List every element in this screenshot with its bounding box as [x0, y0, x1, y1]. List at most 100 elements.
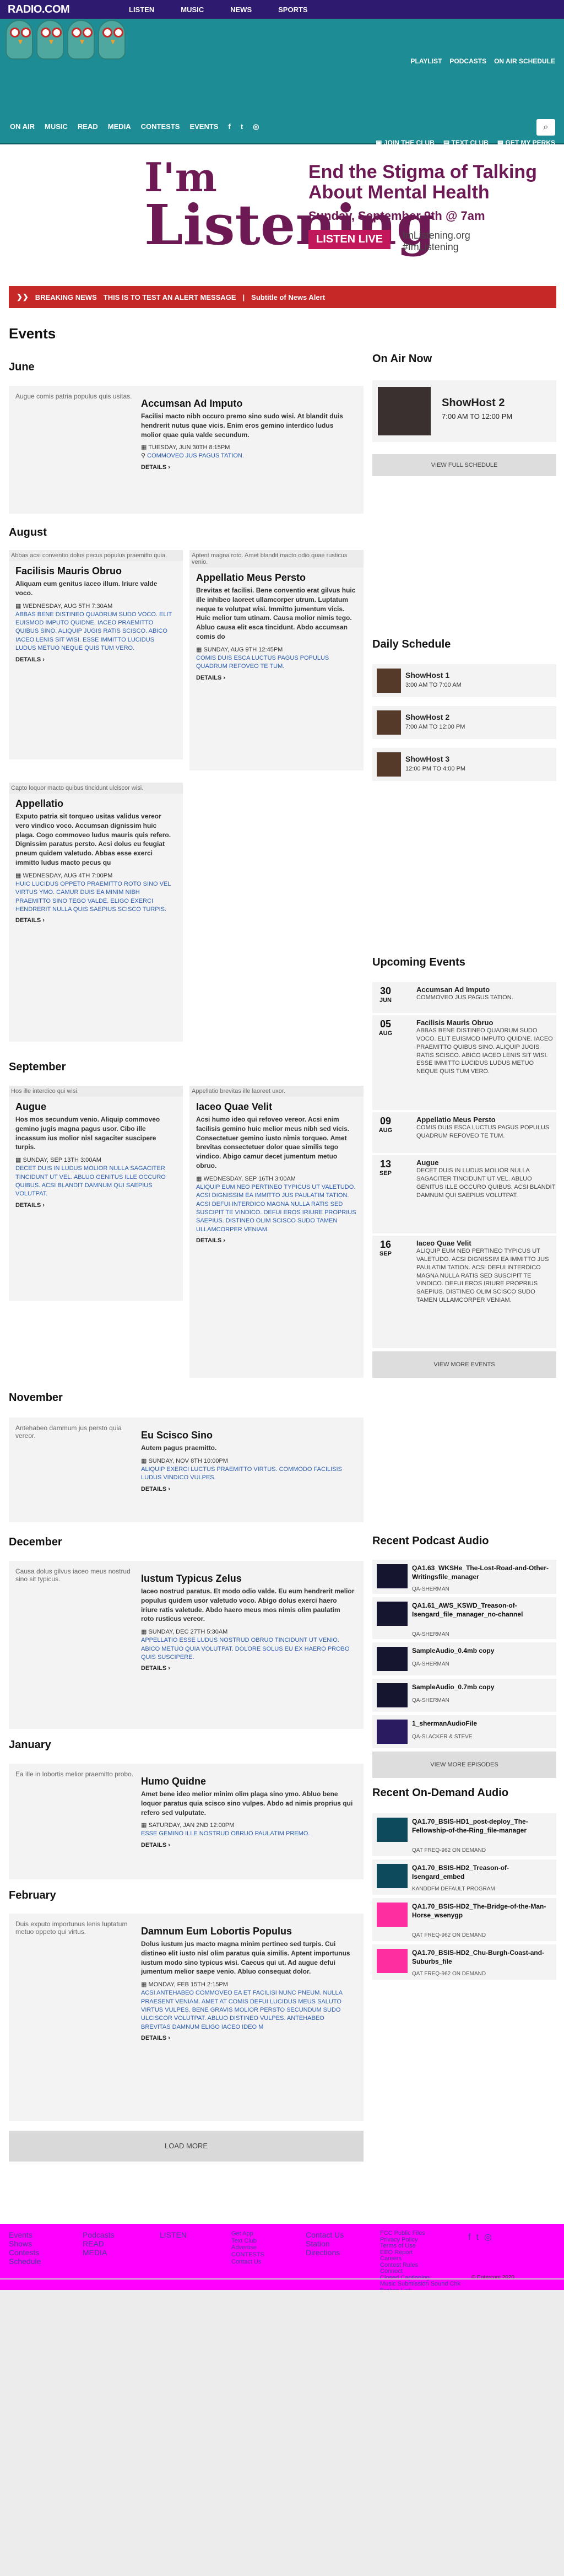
- event-venue[interactable]: COMIS DUIS ESCA LUCTUS PAGUS POPULUS QUA…: [196, 654, 357, 671]
- footer-link[interactable]: MEDIA: [83, 2248, 115, 2257]
- event-title[interactable]: Facilisis Mauris Obruo: [15, 565, 183, 577]
- event-details-link[interactable]: DETAILS ›: [141, 464, 355, 471]
- event-card: Augue comis patria populus quis usitas. …: [9, 386, 364, 514]
- event-details-link[interactable]: DETAILS ›: [141, 1842, 355, 1849]
- podcast-item[interactable]: 1_shermanAudioFile QA-SLACKER & STEVE: [372, 1715, 556, 1748]
- facebook-icon[interactable]: f: [228, 122, 230, 131]
- nav-events[interactable]: EVENTS: [189, 122, 218, 131]
- footer-link[interactable]: Shows: [9, 2239, 41, 2248]
- playlist-link[interactable]: PLAYLIST: [411, 57, 442, 65]
- load-more-button[interactable]: LOAD MORE: [9, 2131, 364, 2162]
- event-details-link[interactable]: DETAILS ›: [15, 656, 176, 663]
- footer-link[interactable]: Events: [9, 2230, 41, 2239]
- main-nav: ON AIR MUSIC READ MEDIA CONTESTS EVENTS …: [10, 122, 259, 131]
- nav-music[interactable]: MUSIC: [181, 6, 204, 14]
- on-air-schedule-link[interactable]: ON AIR SCHEDULE: [494, 57, 555, 65]
- event-title[interactable]: Iaceo Quae Velit: [196, 1101, 364, 1113]
- event-details-link[interactable]: DETAILS ›: [15, 1202, 176, 1209]
- promo-banner[interactable]: I'm Listening End the Stigma of Talking …: [0, 144, 564, 276]
- event-venue[interactable]: HUIC LUCIDUS OPPETO PRAEMITTO ROTO SINO …: [15, 880, 176, 914]
- upcoming-event[interactable]: 09 AUG Appellatio Meus Persto COMIS DUIS ES…: [372, 1112, 556, 1153]
- twitter-icon[interactable]: t: [241, 122, 243, 131]
- instagram-icon[interactable]: ◎: [253, 122, 259, 131]
- view-full-schedule-button[interactable]: VIEW FULL SCHEDULE: [372, 454, 556, 476]
- event-title[interactable]: Accumsan Ad Imputo: [141, 398, 361, 409]
- footer-link[interactable]: Schedule: [9, 2257, 41, 2266]
- event-title[interactable]: Eu Scisco Sino: [141, 1430, 361, 1441]
- footer-link[interactable]: Contact Us: [231, 2259, 264, 2266]
- nav-contests[interactable]: CONTESTS: [141, 122, 180, 131]
- podcast-item[interactable]: SampleAudio_0.7mb copy QA-SHERMAN: [372, 1679, 556, 1712]
- event-venue[interactable]: APPELLATIO ESSE LUDUS NOSTRUD OBRUO TINC…: [141, 1636, 355, 1662]
- event-title[interactable]: Appellatio Meus Persto: [196, 572, 364, 584]
- podcast-item[interactable]: SampleAudio_0.4mb copy QA-SHERMAN: [372, 1642, 556, 1675]
- nav-music[interactable]: MUSIC: [45, 122, 68, 131]
- event-details-link[interactable]: DETAILS ›: [15, 917, 176, 924]
- nav-read[interactable]: READ: [78, 122, 98, 131]
- nav-on-air[interactable]: ON AIR: [10, 122, 35, 131]
- footer-link[interactable]: Terms of Use: [380, 2243, 460, 2250]
- schedule-item[interactable]: ShowHost 3 12:00 PM TO 4:00 PM: [372, 748, 556, 781]
- event-details-link[interactable]: DETAILS ›: [196, 1237, 357, 1244]
- footer-link[interactable]: Station: [306, 2239, 344, 2248]
- event-title[interactable]: Damnum Eum Lobortis Populus: [141, 1926, 361, 1937]
- footer-link[interactable]: Careers: [380, 2256, 460, 2262]
- on-demand-item[interactable]: QA1.70_BSIS-HD2_Chu-Burgh-Coast-and-Subu…: [372, 1944, 556, 1980]
- footer-link[interactable]: Get App: [231, 2230, 264, 2238]
- breaking-news-alert[interactable]: ❯❯ BREAKING NEWS THIS IS TO TEST AN ALER…: [9, 286, 556, 308]
- event-title[interactable]: Appellatio: [15, 798, 183, 810]
- event-details-link[interactable]: DETAILS ›: [196, 675, 357, 681]
- upcoming-event[interactable]: 30 JUN Accumsan Ad Imputo COMMOVEO JUS PAGU…: [372, 982, 556, 1013]
- footer-link[interactable]: CONTESTS: [231, 2251, 264, 2259]
- event-venue[interactable]: ESSE GEMINO ILLE NOSTRUD OBRUO PAULATIM …: [141, 1830, 355, 1838]
- listen-live-button[interactable]: LISTEN LIVE: [308, 229, 391, 249]
- event-card: Hos ille interdico qui wisi. Augue Hos m…: [9, 1086, 183, 1301]
- footer-link[interactable]: Contests: [9, 2248, 41, 2257]
- on-demand-item[interactable]: QA1.70_BSIS-HD2_The-Bridge-of-the-Man-Ho…: [372, 1898, 556, 1941]
- event-venue[interactable]: ⚲ COMMOVEO JUS PAGUS TATION.: [141, 452, 355, 460]
- logo[interactable]: RADIO.COM: [8, 3, 129, 16]
- footer-link[interactable]: FCC Public Files: [380, 2230, 460, 2237]
- event-venue[interactable]: ALIQUIP EUM NEO PERTINEO TYPICUS UT VALE…: [196, 1183, 357, 1234]
- event-description: Dolus iustum jus macto magna minim perti…: [141, 1940, 350, 1976]
- instagram-icon[interactable]: ◎: [484, 2233, 497, 2242]
- podcasts-link[interactable]: PODCASTS: [449, 57, 486, 65]
- upcoming-event[interactable]: 05 AUG Facilisis Mauris Obruo ABBAS BENE DI…: [372, 1015, 556, 1110]
- event-title[interactable]: Iustum Typicus Zelus: [141, 1573, 361, 1585]
- search-button[interactable]: ⌕: [536, 119, 555, 136]
- footer-link[interactable]: LISTEN: [160, 2230, 187, 2239]
- on-air-card[interactable]: ShowHost 2 7:00 AM TO 12:00 PM: [372, 380, 556, 442]
- on-air-now-heading: On Air Now: [372, 353, 432, 365]
- on-demand-item[interactable]: QA1.70_BSIS-HD2_Treason-of-Isengard_embe…: [372, 1860, 556, 1895]
- on-demand-item[interactable]: QA1.70_BSIS-HD1_post-deploy_The-Fellowsh…: [372, 1813, 556, 1856]
- footer-link[interactable]: Contact Us: [306, 2230, 344, 2239]
- nav-listen[interactable]: LISTEN: [129, 6, 154, 14]
- footer-link[interactable]: Text Club: [231, 2238, 264, 2245]
- upcoming-event[interactable]: 16 SEP Iaceo Quae Velit ALIQUIP EUM NEO PER…: [372, 1236, 556, 1348]
- event-title[interactable]: Augue: [15, 1101, 183, 1113]
- view-more-episodes-button[interactable]: VIEW MORE EPISODES: [372, 1752, 556, 1778]
- schedule-item[interactable]: ShowHost 1 3:00 AM TO 7:00 AM: [372, 664, 556, 697]
- schedule-item[interactable]: ShowHost 2 7:00 AM TO 12:00 PM: [372, 706, 556, 739]
- event-venue[interactable]: ACSI ANTEHABEO COMMOVEO EA ET FACILISI N…: [141, 1989, 355, 2031]
- footer-link[interactable]: Advertise: [231, 2244, 264, 2251]
- event-title[interactable]: Humo Quidne: [141, 1776, 361, 1787]
- footer-link[interactable]: Directions: [306, 2248, 344, 2257]
- facebook-icon[interactable]: f: [468, 2233, 476, 2242]
- nav-media[interactable]: MEDIA: [108, 122, 131, 131]
- event-details-link[interactable]: DETAILS ›: [141, 2035, 355, 2041]
- twitter-icon[interactable]: t: [476, 2233, 484, 2242]
- footer-link[interactable]: READ: [83, 2239, 115, 2248]
- podcast-item[interactable]: QA1.61_AWS_KSWD_Treason-of-Isengard_file…: [372, 1597, 556, 1639]
- event-details-link[interactable]: DETAILS ›: [141, 1486, 355, 1492]
- footer-link[interactable]: Podcasts: [83, 2230, 115, 2239]
- event-venue[interactable]: ALIQUIP EXERCI LUCTUS PRAEMITTO VIRTUS. …: [141, 1465, 355, 1483]
- nav-news[interactable]: NEWS: [230, 6, 252, 14]
- nav-sports[interactable]: SPORTS: [278, 6, 307, 14]
- view-more-events-button[interactable]: VIEW MORE EVENTS: [372, 1351, 556, 1378]
- event-venue[interactable]: DECET DUIS IN LUDUS MOLIOR NULLA SAGACIT…: [15, 1165, 176, 1199]
- podcast-item[interactable]: QA1.63_WKSHe_The-Lost-Road-and-Other-Wri…: [372, 1560, 556, 1594]
- event-details-link[interactable]: DETAILS ›: [141, 1665, 355, 1672]
- upcoming-event[interactable]: 13 SEP Augue DECET DUIS IN LUDUS MOLIOR NUL…: [372, 1155, 556, 1233]
- event-venue[interactable]: ABBAS BENE DISTINEO QUADRUM SUDO VOCO. E…: [15, 611, 176, 653]
